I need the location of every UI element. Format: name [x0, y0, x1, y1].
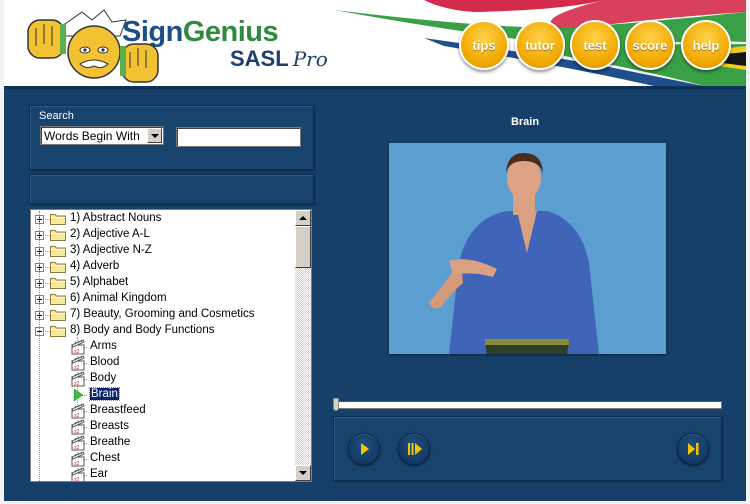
scroll-down-button[interactable] [295, 465, 311, 481]
tree-word-item[interactable]: x2 Body [31, 371, 293, 387]
video-clip-icon: x2 [70, 451, 86, 467]
search-mode-value: Words Begin With [44, 129, 140, 143]
tree-word-item[interactable]: x2 Blood [31, 355, 293, 371]
tree-scrollbar[interactable] [295, 210, 311, 481]
category-tree: 1) Abstract Nouns 2) Adjective A-L 3) Adje… [30, 209, 312, 482]
folder-icon [50, 293, 66, 305]
chevron-down-icon[interactable] [147, 128, 162, 143]
skip-next-button[interactable] [677, 433, 709, 465]
video-clip-icon: x2 [70, 419, 86, 435]
scroll-thumb[interactable] [295, 226, 311, 268]
skip-next-icon [688, 443, 699, 455]
tree-word-label: Breastfeed [90, 404, 146, 416]
tree-category-item[interactable]: 5) Alphabet [31, 275, 293, 291]
signer-video-frame [389, 143, 666, 354]
tree-category-label: 5) Alphabet [70, 276, 129, 288]
tree-category-label: 4) Adverb [70, 260, 120, 272]
folder-icon [50, 213, 66, 225]
play-icon [361, 443, 369, 455]
tree-word-item[interactable]: x2 Breasts [31, 419, 293, 435]
tree-word-label: Breasts [90, 420, 129, 432]
play-button[interactable] [348, 433, 380, 465]
subtitle-pro: Pro [292, 47, 328, 71]
video-clip-icon: x2 [70, 467, 86, 482]
search-input[interactable] [176, 127, 301, 147]
tree-word-item[interactable]: Brain [31, 387, 293, 403]
folder-icon [50, 245, 66, 257]
tree-category-label: 6) Animal Kingdom [70, 292, 167, 304]
search-label: Search [39, 110, 74, 122]
tree-word-item[interactable]: x2 Breastfeed [31, 403, 293, 419]
seek-thumb[interactable] [333, 398, 339, 411]
folder-icon [50, 229, 66, 241]
tree-word-label: Body [90, 372, 117, 384]
video-clip-icon: x2 [70, 403, 86, 419]
tips-button[interactable]: tips [459, 20, 509, 70]
folder-icon [50, 325, 66, 337]
tree-word-item[interactable]: x2 Ear [31, 467, 293, 482]
tree-category-item[interactable]: 6) Animal Kingdom [31, 291, 293, 307]
video-clip-icon: x2 [70, 435, 86, 451]
tree-word-label: Blood [90, 356, 120, 368]
app-subtitle: SASL Pro [230, 46, 328, 72]
slow-play-icon [408, 443, 422, 455]
playback-controls-panel [333, 416, 722, 481]
scroll-up-button[interactable] [295, 210, 311, 226]
tree-category-label: 7) Beauty, Grooming and Cosmetics [70, 308, 255, 320]
tree-word-label: Arms [90, 340, 117, 352]
video-clip-icon: x2 [70, 339, 86, 355]
app-title: SignGenius [122, 16, 279, 49]
svg-text:x2: x2 [74, 477, 80, 482]
tree-category-item[interactable]: 4) Adverb [31, 259, 293, 275]
tree-word-item[interactable]: x2 Chest [31, 451, 293, 467]
tutor-button[interactable]: tutor [515, 20, 565, 70]
tree-category-item[interactable]: 7) Beauty, Grooming and Cosmetics [31, 307, 293, 323]
tree-word-item[interactable]: x2 Breathe [31, 435, 293, 451]
play-arrow-icon [70, 387, 86, 403]
folder-icon [50, 277, 66, 289]
info-bar [29, 174, 314, 204]
folder-icon [50, 261, 66, 273]
tree-word-label: Chest [90, 452, 121, 464]
folder-icon [50, 309, 66, 321]
slow-play-button[interactable] [398, 433, 430, 465]
score-button[interactable]: score [625, 20, 675, 70]
tree-category-label: 1) Abstract Nouns [70, 212, 162, 224]
search-mode-select[interactable]: Words Begin With [40, 126, 164, 145]
tree-category-item[interactable]: 8) Body and Body Functions [31, 323, 293, 339]
tree-category-label: 3) Adjective N-Z [70, 244, 152, 256]
video-clip-icon: x2 [70, 371, 86, 387]
sign-video-player[interactable] [389, 143, 666, 354]
tree-category-item[interactable]: 3) Adjective N-Z [31, 243, 293, 259]
video-title: Brain [510, 116, 540, 128]
title-genius: Genius [182, 16, 279, 48]
tree-category-label: 8) Body and Body Functions [70, 324, 215, 336]
app-window: SignGenius SASL Pro tips tutor test score… [0, 0, 750, 504]
tree-word-label: Breathe [90, 436, 131, 448]
header-banner: SignGenius SASL Pro tips tutor test score… [4, 0, 746, 86]
video-seek-bar[interactable] [334, 401, 722, 409]
tree-word-label: Brain [89, 387, 120, 401]
subtitle-sasl: SASL [230, 46, 289, 71]
tree-category-item[interactable]: 1) Abstract Nouns [31, 211, 293, 227]
tree-category-item[interactable]: 2) Adjective A-L [31, 227, 293, 243]
help-button[interactable]: help [681, 20, 731, 70]
video-clip-icon: x2 [70, 355, 86, 371]
tree-category-label: 2) Adjective A-L [70, 228, 150, 240]
tree-word-label: Ear [90, 468, 108, 480]
title-sign: Sign [122, 16, 183, 48]
tree-word-item[interactable]: x2 Arms [31, 339, 293, 355]
test-button[interactable]: test [570, 20, 620, 70]
